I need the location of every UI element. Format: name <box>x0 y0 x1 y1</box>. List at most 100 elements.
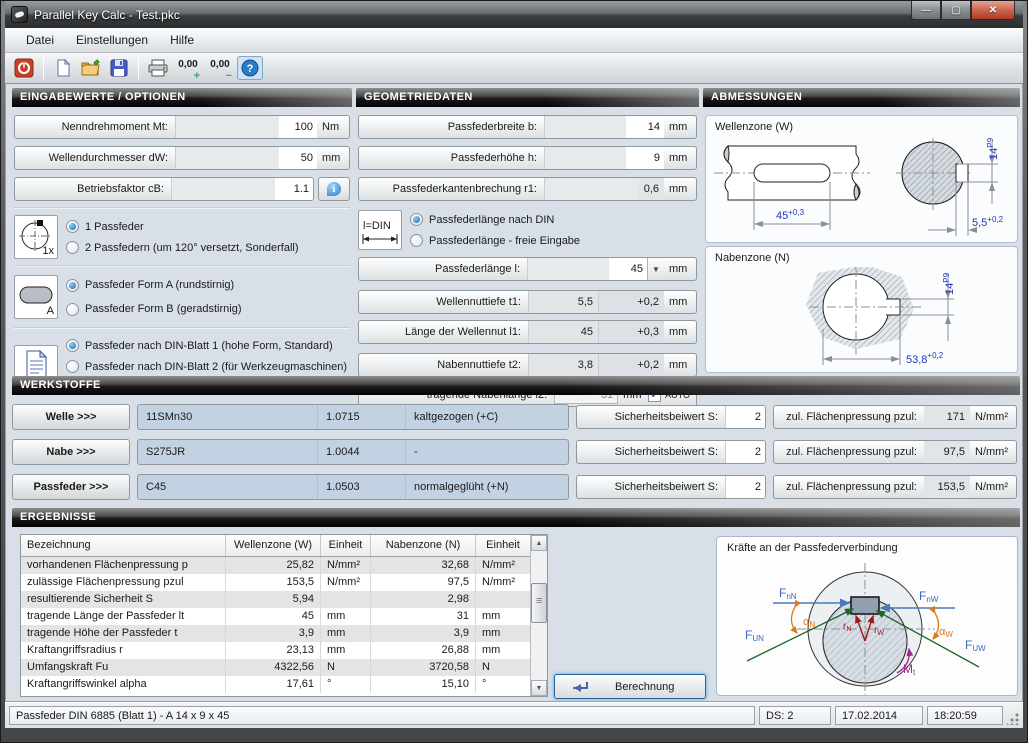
material-name: 11SMn30 <box>138 405 318 429</box>
passfederhoehe-value[interactable]: 9 <box>626 147 664 169</box>
berechnung-button[interactable]: Berechnung <box>554 674 706 699</box>
radio-form-b[interactable]: Passfeder Form B (geradstirnig) <box>66 297 350 321</box>
radio-icon <box>410 234 423 247</box>
menu-datei[interactable]: Datei <box>15 29 65 51</box>
minimize-button[interactable]: — <box>911 1 941 20</box>
passfeder-sicherheit-value[interactable]: 2 <box>725 476 765 498</box>
col-einheit-n[interactable]: Einheit <box>476 535 530 556</box>
table-row[interactable]: vorhandenen Flächenpressung p 25,82 N/mm… <box>21 557 530 574</box>
passfeder-sicherheit-row: Sicherheitsbeiwert S: 2 <box>576 475 766 499</box>
passfeder-count-group: 1x 1 Passfeder 2 Passfedern (um 120° ver… <box>14 215 350 259</box>
cell-wz: 4322,56 <box>226 659 321 676</box>
radio-label: 1 Passfeder <box>85 221 144 233</box>
wellendurchmesser-input[interactable]: 50 <box>279 147 317 169</box>
nabennuttiefe-value[interactable]: 3,8 <box>529 354 598 376</box>
col-einheit-w[interactable]: Einheit <box>321 535 371 556</box>
scroll-down-icon[interactable]: ▼ <box>531 680 547 696</box>
nabe-material[interactable]: S275JR 1.0044 - <box>137 439 569 465</box>
pzul-unit: N/mm² <box>970 476 1016 498</box>
minus-icon: − <box>226 72 232 80</box>
group-separator <box>14 207 350 209</box>
passfeder-material[interactable]: C45 1.0503 normalgeglüht (+N) <box>137 474 569 500</box>
radio-din-blatt-1[interactable]: Passfeder nach DIN-Blatt 1 (hohe Form, S… <box>66 335 350 356</box>
svg-text:FnN: FnN <box>779 586 797 601</box>
nabe-button[interactable]: Nabe >>> <box>12 439 130 465</box>
status-bar: Passfeder DIN 6885 (Blatt 1) - A 14 x 9 … <box>5 702 1023 728</box>
cell-nz: 31 <box>371 608 476 625</box>
passfederbreite-value[interactable]: 14 <box>626 116 664 138</box>
radio-icon <box>66 241 79 254</box>
row-passfederhoehe: Passfederhöhe h: 9 mm <box>358 146 697 170</box>
scroll-thumb[interactable] <box>531 583 547 623</box>
welle-material[interactable]: 11SMn30 1.0715 kaltgezogen (+C) <box>137 404 569 430</box>
table-scrollbar[interactable]: ▲ ▼ <box>530 535 547 696</box>
wellenzone-drawing: 45+0,3 14P9 <box>706 138 1017 242</box>
open-file-button[interactable] <box>78 56 104 80</box>
betriebsfaktor-info-button[interactable]: i <box>318 177 350 201</box>
radio-1-passfeder[interactable]: 1 Passfeder <box>66 216 350 237</box>
geometriedaten-header: GEOMETRIEDATEN <box>356 88 699 107</box>
panel-werkstoffe: WERKSTOFFE Welle >>> 11SMn30 1.0715 kalt… <box>12 376 1020 508</box>
table-row[interactable]: resultierende Sicherheit S 5,94 2,98 <box>21 591 530 608</box>
table-row[interactable]: zulässige Flächenpressung pzul 153,5 N/m… <box>21 574 530 591</box>
window-title: Parallel Key Calc - Test.pkc <box>34 8 180 22</box>
exit-button[interactable] <box>11 56 37 80</box>
menu-hilfe[interactable]: Hilfe <box>159 29 205 51</box>
new-file-button[interactable] <box>50 56 76 80</box>
betriebsfaktor-input[interactable]: 1.1 <box>275 178 313 200</box>
kantenbrechung-value[interactable]: 0,6 <box>639 178 664 200</box>
label-fnn: F <box>779 586 786 600</box>
toolbar: 0,00 + 0,00 − ? <box>5 53 1023 84</box>
menu-einstellungen[interactable]: Einstellungen <box>65 29 159 51</box>
decimal-remove-button[interactable]: 0,00 − <box>205 56 235 80</box>
col-nabenzone[interactable]: Nabenzone (N) <box>371 535 476 556</box>
col-bezeichnung[interactable]: Bezeichnung <box>21 535 226 556</box>
title-bar[interactable]: Parallel Key Calc - Test.pkc — ▢ ✕ <box>5 1 1023 28</box>
cell-unit-w: ° <box>321 676 371 693</box>
wellennuttiefe-value[interactable]: 5,5 <box>529 291 598 313</box>
label-mt: M <box>903 662 913 676</box>
table-row[interactable]: Kraftangriffsradius r 23,13 mm 26,88 mm <box>21 642 530 659</box>
save-button[interactable] <box>106 56 132 80</box>
kantenbrechung-label: Passfederkantenbrechung r1: <box>359 178 544 200</box>
maximize-button[interactable]: ▢ <box>941 1 971 20</box>
welle-button[interactable]: Welle >>> <box>12 404 130 430</box>
scroll-up-icon[interactable]: ▲ <box>531 535 547 551</box>
toolbar-separator <box>43 57 44 79</box>
nabe-sicherheit-value[interactable]: 2 <box>725 441 765 463</box>
wellennut-laenge-value[interactable]: 45 <box>529 321 598 343</box>
table-row[interactable]: tragende Höhe der Passfeder t 3,9 mm 3,9… <box>21 625 530 642</box>
col-wellenzone[interactable]: Wellenzone (W) <box>226 535 321 556</box>
radio-din-blatt-2[interactable]: Passfeder nach DIN-Blatt 2 (für Werkzeug… <box>66 356 350 377</box>
radio-icon <box>66 360 79 373</box>
welle-sicherheit-value[interactable]: 2 <box>725 406 765 428</box>
cell-unit-w: mm <box>321 642 371 659</box>
radio-2-passfedern[interactable]: 2 Passfedern (um 120° versetzt, Sonderfa… <box>66 237 350 258</box>
din-length-icon: l=DIN <box>359 211 401 249</box>
passfederlaenge-dropdown[interactable]: ▼ <box>647 258 664 280</box>
print-button[interactable] <box>145 56 171 80</box>
passfederlaenge-unit: mm <box>664 258 696 280</box>
material-number: 1.0044 <box>318 440 406 464</box>
radio-laenge-din[interactable]: Passfederlänge nach DIN <box>410 209 697 230</box>
help-button[interactable]: ? <box>237 56 263 80</box>
panel-abmessungen: ABMESSUNGEN Wellenzone (W) <box>703 88 1020 376</box>
table-row[interactable]: Kraftangriffswinkel alpha 17,61 ° 15,10 … <box>21 676 530 693</box>
open-folder-icon <box>81 59 101 77</box>
cell-label: vorhandenen Flächenpressung p <box>21 557 226 574</box>
dim-n-breite-tol: P9 <box>942 272 951 282</box>
passfederlaenge-value[interactable]: 45 <box>609 258 647 280</box>
decimal-add-button[interactable]: 0,00 + <box>173 56 203 80</box>
svg-text:?: ? <box>247 63 254 75</box>
nenndrehmoment-input[interactable]: 100 <box>279 116 317 138</box>
table-row[interactable]: tragende Länge der Passfeder lt 45 mm 31… <box>21 608 530 625</box>
cell-unit-w: mm <box>321 625 371 642</box>
radio-form-a[interactable]: Passfeder Form A (rundstirnig) <box>66 273 350 297</box>
table-row[interactable]: Umfangskraft Fu 4322,56 N 3720,58 N <box>21 659 530 676</box>
menu-bar: Datei Einstellungen Hilfe <box>5 28 1023 53</box>
passfeder-button[interactable]: Passfeder >>> <box>12 474 130 500</box>
svg-text:14P9: 14P9 <box>986 138 1000 160</box>
resize-grip[interactable] <box>1007 713 1019 725</box>
radio-laenge-frei[interactable]: Passfederlänge - freie Eingabe <box>410 230 697 251</box>
close-button[interactable]: ✕ <box>971 1 1015 20</box>
